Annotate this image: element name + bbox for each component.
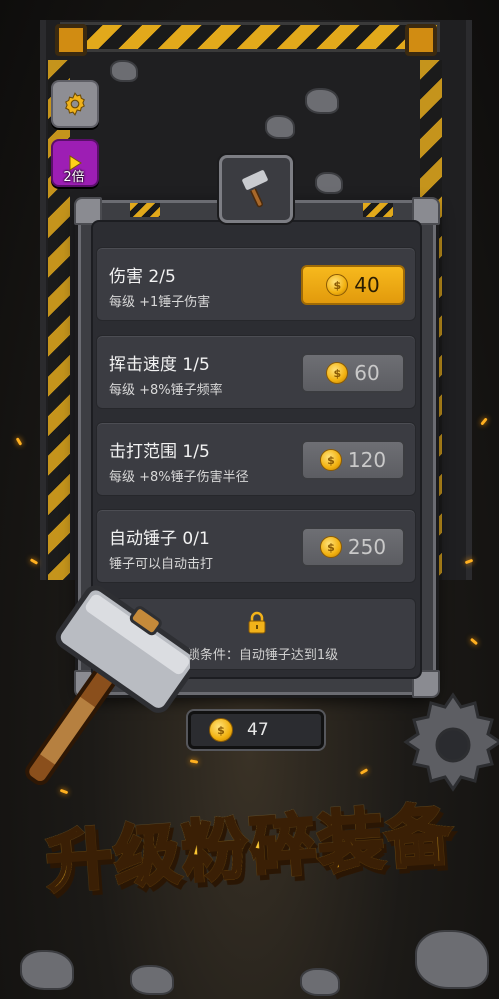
- coin-icon: $: [319, 449, 342, 471]
- upgrade-description: 每级 +8%锤子频率: [109, 383, 223, 398]
- spark-effect: [29, 558, 39, 565]
- upgrade-description: 每级 +8%锤子伤害半径: [109, 470, 249, 485]
- upgrade-title: 挥击速度 1/5: [109, 355, 210, 375]
- speed-multiplier-label: 2倍: [63, 170, 85, 185]
- upgrade-row-swing-speed: 挥击速度 1/5 每级 +8%锤子频率 $ 60: [96, 335, 416, 409]
- upgrade-price: 60: [354, 361, 380, 385]
- rock-decoration: [20, 950, 74, 990]
- upgrade-price: 40: [354, 273, 380, 297]
- upgrade-description: 每级 +1锤子伤害: [109, 295, 211, 310]
- equipment-icon-frame: [219, 155, 293, 223]
- rock-decoration: [130, 965, 174, 995]
- rock-decoration: [265, 115, 295, 139]
- coin-icon: $: [326, 274, 349, 296]
- corner-bolt-right: [405, 24, 437, 56]
- rock-decoration: [305, 88, 339, 114]
- rock-decoration: [415, 930, 489, 989]
- upgrade-price: 250: [347, 535, 387, 559]
- gear-icon: [65, 92, 85, 116]
- spark-effect: [469, 637, 479, 646]
- hammer-icon: [240, 168, 270, 208]
- corner-bolt-left: [55, 24, 87, 56]
- upgrade-speed-buy-button[interactable]: $ 60: [301, 353, 405, 393]
- hazard-stripe-left: [48, 60, 70, 580]
- settings-button[interactable]: [51, 80, 99, 128]
- upgrade-damage-buy-button[interactable]: $ 40: [301, 265, 405, 305]
- spark-effect: [359, 768, 369, 775]
- rock-decoration: [300, 968, 340, 996]
- upgrade-description: 锤子可以自动击打: [109, 557, 214, 572]
- hammer-illustration: [25, 585, 190, 786]
- upgrade-row-damage: 伤害 2/5 每级 +1锤子伤害 $ 40: [96, 247, 416, 321]
- upgrade-row-range: 击打范围 1/5 每级 +8%锤子伤害半径 $ 120: [96, 422, 416, 496]
- spark-effect: [15, 437, 23, 446]
- panel-stripe-left: [130, 203, 160, 217]
- upgrade-auto-buy-button[interactable]: $ 250: [301, 527, 405, 567]
- rock-decoration: [110, 60, 138, 82]
- lock-icon: [248, 611, 266, 634]
- upgrade-price: 120: [347, 448, 387, 472]
- hazard-stripe-top: [60, 22, 440, 52]
- spark-effect: [480, 417, 488, 426]
- panel-stripe-right: [363, 203, 393, 217]
- coin-icon: $: [326, 362, 349, 384]
- upgrade-row-auto-hammer: 自动锤子 0/1 锤子可以自动击打 $ 250: [96, 509, 416, 583]
- coin-balance: $ 47: [188, 711, 324, 749]
- rock-decoration: [315, 172, 343, 194]
- spark-effect: [189, 759, 199, 764]
- upgrade-title: 自动锤子 0/1: [109, 529, 210, 549]
- coin-balance-value: 47: [247, 720, 269, 740]
- upgrade-range-buy-button[interactable]: $ 120: [301, 440, 405, 480]
- coin-icon: $: [209, 718, 233, 742]
- upgrade-title: 伤害 2/5: [109, 267, 176, 287]
- upgrade-title: 击打范围 1/5: [109, 442, 210, 462]
- coin-icon: $: [319, 536, 342, 558]
